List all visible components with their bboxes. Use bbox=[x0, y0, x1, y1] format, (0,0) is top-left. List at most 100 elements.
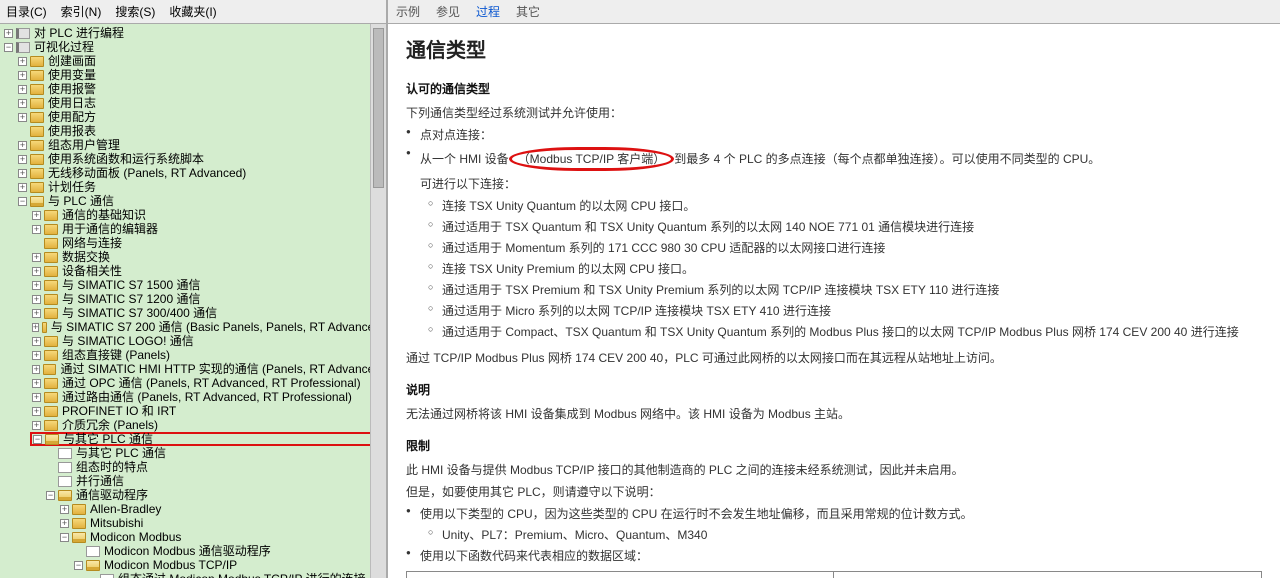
tree-item[interactable]: 与 SIMATIC S7 300/400 通信 bbox=[61, 306, 218, 320]
expand-icon[interactable]: + bbox=[4, 29, 13, 38]
tree-item[interactable]: 计划任务 bbox=[47, 180, 97, 194]
tree-item[interactable]: 使用日志 bbox=[47, 96, 97, 110]
scroll-thumb[interactable] bbox=[373, 28, 384, 188]
tree-item[interactable]: 并行通信 bbox=[75, 474, 125, 488]
data-table: 读取函数代码 地址范围 01 ReadCoilStatus 0x / %M DI… bbox=[406, 571, 1262, 578]
tree-item[interactable]: 通过 SIMATIC HMI HTTP 实现的通信 (Panels, RT Ad… bbox=[59, 362, 386, 376]
tree-scrollbar[interactable] bbox=[370, 24, 386, 578]
expand-icon[interactable]: + bbox=[18, 113, 27, 122]
collapse-icon[interactable]: − bbox=[4, 43, 13, 52]
expand-icon[interactable]: + bbox=[32, 351, 41, 360]
expand-icon[interactable]: + bbox=[32, 337, 41, 346]
folder-icon bbox=[44, 406, 58, 417]
expand-icon[interactable]: + bbox=[32, 281, 41, 290]
tree-item[interactable]: 与 SIMATIC S7 1500 通信 bbox=[61, 278, 202, 292]
tree-item[interactable]: 介质冗余 (Panels) bbox=[61, 418, 159, 432]
folder-icon bbox=[30, 154, 44, 165]
tree-item[interactable]: 与其它 PLC 通信 bbox=[75, 446, 167, 460]
menu-search[interactable]: 搜索(S) bbox=[115, 3, 155, 20]
collapse-icon[interactable]: − bbox=[33, 435, 42, 444]
sub-bullet: Unity、PL7：Premium、Micro、Quantum、M340 bbox=[406, 526, 1262, 544]
menu-toc[interactable]: 目录(C) bbox=[6, 3, 47, 20]
expand-icon[interactable]: + bbox=[18, 71, 27, 80]
tree-item[interactable]: Allen-Bradley bbox=[89, 502, 162, 516]
expand-icon[interactable]: + bbox=[18, 99, 27, 108]
tree-item[interactable]: 设备相关性 bbox=[61, 264, 123, 278]
tree-item[interactable]: 使用变量 bbox=[47, 68, 97, 82]
para: 此 HMI 设备与提供 Modbus TCP/IP 接口的其他制造商的 PLC … bbox=[406, 461, 1262, 479]
tab-seealso[interactable]: 参见 bbox=[436, 3, 460, 20]
expand-icon[interactable]: + bbox=[32, 379, 41, 388]
expand-icon[interactable]: + bbox=[60, 519, 69, 528]
expand-icon[interactable]: + bbox=[32, 421, 41, 430]
folder-open-icon bbox=[58, 490, 72, 501]
collapse-icon[interactable]: − bbox=[60, 533, 69, 542]
expand-icon[interactable]: + bbox=[32, 295, 41, 304]
folder-icon bbox=[44, 238, 58, 249]
content-pane[interactable]: 通信类型 认可的通信类型 下列通信类型经过系统测试并允许使用： 点对点连接： 从… bbox=[388, 24, 1280, 578]
tree-item[interactable]: 通过路由通信 (Panels, RT Advanced, RT Professi… bbox=[61, 390, 353, 404]
expand-icon[interactable]: + bbox=[32, 323, 39, 332]
expand-icon[interactable]: + bbox=[18, 183, 27, 192]
collapse-icon[interactable]: − bbox=[46, 491, 55, 500]
collapse-icon[interactable]: − bbox=[18, 197, 27, 206]
tree-item[interactable]: 网络与连接 bbox=[61, 236, 123, 250]
tree-item[interactable]: 无线移动面板 (Panels, RT Advanced) bbox=[47, 166, 247, 180]
tab-other[interactable]: 其它 bbox=[516, 3, 540, 20]
expand-icon[interactable]: + bbox=[32, 253, 41, 262]
tree-item[interactable]: 创建画面 bbox=[47, 54, 97, 68]
expand-icon[interactable]: + bbox=[60, 505, 69, 514]
tree-item[interactable]: 通信的基础知识 bbox=[61, 208, 147, 222]
para: 但是，如要使用其它 PLC，则请遵守以下说明： bbox=[406, 483, 1262, 501]
collapse-icon[interactable]: − bbox=[74, 561, 83, 570]
expand-icon[interactable]: + bbox=[18, 141, 27, 150]
tree-item[interactable]: 使用配方 bbox=[47, 110, 97, 124]
expand-icon[interactable]: + bbox=[18, 169, 27, 178]
folder-icon bbox=[44, 308, 58, 319]
tab-example[interactable]: 示例 bbox=[396, 3, 420, 20]
tree-item[interactable]: 用于通信的编辑器 bbox=[61, 222, 159, 236]
expand-icon[interactable]: + bbox=[32, 211, 41, 220]
tree-item[interactable]: 与 SIMATIC S7 1200 通信 bbox=[61, 292, 202, 306]
tab-proc[interactable]: 过程 bbox=[476, 3, 500, 20]
tree-item[interactable]: 使用系统函数和运行系统脚本 bbox=[47, 152, 205, 166]
expand-icon[interactable]: + bbox=[18, 155, 27, 164]
tree-item[interactable]: Modicon Modbus 通信驱动程序 bbox=[103, 544, 272, 558]
tree-item[interactable]: 与 SIMATIC S7 200 通信 (Basic Panels, Panel… bbox=[50, 320, 386, 334]
bullet: 使用以下函数代码来代表相应的数据区域： bbox=[406, 547, 1262, 565]
tree-item[interactable]: 组态通过 Modicon Modbus TCP/IP 进行的连接 bbox=[117, 572, 367, 578]
tree-item[interactable]: 可视化过程 bbox=[33, 40, 95, 54]
folder-open-icon bbox=[45, 434, 59, 445]
folder-icon bbox=[44, 350, 58, 361]
tree-item[interactable]: 使用报警 bbox=[47, 82, 97, 96]
expand-icon[interactable]: + bbox=[32, 393, 41, 402]
tree-item[interactable]: 使用报表 bbox=[47, 124, 97, 138]
tree-item[interactable]: 对 PLC 进行编程 bbox=[33, 26, 125, 40]
tree-item[interactable]: PROFINET IO 和 IRT bbox=[61, 404, 177, 418]
table-header: 读取函数代码 bbox=[407, 572, 834, 578]
tree-item[interactable]: Mitsubishi bbox=[89, 516, 144, 530]
highlight-oval: （Modbus TCP/IP 客户端） bbox=[509, 147, 675, 171]
tree-item[interactable]: 组态时的特点 bbox=[75, 460, 149, 474]
expand-icon[interactable]: + bbox=[32, 225, 41, 234]
tree-item[interactable]: 通过 OPC 通信 (Panels, RT Advanced, RT Profe… bbox=[61, 376, 362, 390]
tree-item[interactable]: 数据交换 bbox=[61, 250, 111, 264]
tree-item[interactable]: 组态直接键 (Panels) bbox=[61, 348, 171, 362]
expand-icon[interactable]: + bbox=[32, 407, 41, 416]
tree-item[interactable]: 与 PLC 通信 bbox=[47, 194, 115, 208]
tree-item[interactable]: 通信驱动程序 bbox=[75, 488, 149, 502]
tree-item[interactable]: Modicon Modbus TCP/IP bbox=[103, 558, 238, 572]
expand-icon[interactable]: + bbox=[32, 309, 41, 318]
menu-fav[interactable]: 收藏夹(I) bbox=[169, 3, 216, 20]
folder-icon bbox=[43, 364, 56, 375]
expand-icon[interactable]: + bbox=[18, 57, 27, 66]
tree-item-highlight[interactable]: 与其它 PLC 通信 bbox=[62, 432, 154, 446]
expand-icon[interactable]: + bbox=[32, 365, 40, 374]
tree-item[interactable]: 组态用户管理 bbox=[47, 138, 121, 152]
nav-tree[interactable]: + 对 PLC 进行编程 − 可视化过程 + 创建画面 + 使用变量 + 使用报警 + 使用… bbox=[0, 24, 388, 578]
expand-icon[interactable]: + bbox=[32, 267, 41, 276]
expand-icon[interactable]: + bbox=[18, 85, 27, 94]
tree-item[interactable]: 与 SIMATIC LOGO! 通信 bbox=[61, 334, 195, 348]
menu-index[interactable]: 索引(N) bbox=[61, 3, 102, 20]
tree-item[interactable]: Modicon Modbus bbox=[89, 530, 182, 544]
